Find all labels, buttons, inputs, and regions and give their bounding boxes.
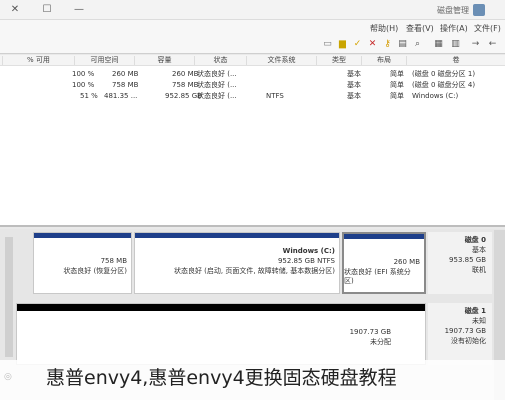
table-row[interactable]: 51 % 481.35 ... 952.85 GB 状态良好 (... NTFS…	[0, 91, 505, 102]
cell-status: 状态良好 (...	[197, 81, 237, 89]
col-volume[interactable]: 卷	[406, 56, 505, 65]
cell-free-percent: 51 %	[80, 92, 98, 100]
horizontal-scrollbar[interactable]	[5, 237, 13, 357]
partition-windows-size: 952.85 GB NTFS	[277, 257, 335, 265]
cell-layout: 简单	[390, 70, 404, 78]
disk-management-icon	[473, 4, 485, 16]
disk0-size: 953.85 GB	[449, 256, 486, 264]
menu-bar: 帮助(H) 查看(V) 操作(A) 文件(F)	[0, 20, 505, 36]
cell-status: 状态良好 (...	[197, 70, 237, 78]
cell-filesystem: NTFS	[266, 92, 284, 100]
cell-free-space: 481.35 ...	[104, 92, 138, 100]
menu-help[interactable]: 帮助(H)	[370, 23, 398, 34]
folder-icon[interactable]: ▆	[337, 39, 348, 50]
disk0-type: 基本	[472, 246, 486, 254]
help-icon[interactable]: ▥	[450, 39, 461, 50]
check-icon[interactable]: ✓	[352, 39, 363, 50]
col-filesystem[interactable]: 文件系统	[246, 56, 316, 65]
maximize-window-icon[interactable]: ☐	[40, 3, 54, 17]
cell-volume: Windows (C:)	[412, 92, 459, 100]
close-window-icon[interactable]: ✕	[8, 3, 22, 17]
menu-view[interactable]: 查看(V)	[406, 23, 434, 34]
unallocated-bar	[17, 304, 425, 311]
partition-windows-c[interactable]: Windows (C:) 952.85 GB NTFS 状态良好 (启动, 页面…	[134, 232, 340, 294]
window-title: 磁盘管理	[437, 6, 469, 15]
cell-free-percent: 100 %	[72, 70, 95, 78]
table-row[interactable]: 100 % 260 MB 260 MB 状态良好 (... 基本 简单 (磁盘 …	[0, 69, 505, 80]
partition-windows-bar	[135, 233, 339, 238]
cell-status: 状态良好 (...	[197, 92, 237, 100]
unallocated-size: 1907.73 GB	[349, 328, 391, 336]
minimize-window-icon[interactable]: —	[72, 3, 86, 17]
console-icon[interactable]: ▭	[322, 39, 333, 50]
cell-capacity: 758 MB	[172, 81, 199, 89]
partition-recovery-bar	[34, 233, 131, 238]
cell-type: 基本	[347, 92, 361, 100]
col-free-space[interactable]: 可用空间	[74, 56, 134, 65]
col-capacity[interactable]: 容量	[134, 56, 194, 65]
watermark-logo-icon: ◎	[4, 372, 12, 382]
cell-volume: (磁盘 0 磁盘分区 4)	[412, 81, 476, 89]
title-bar: ✕ ☐ — 磁盘管理	[0, 0, 505, 20]
caption-text: 惠普envy4,惠普envy4更换固态硬盘教程	[46, 367, 397, 389]
table-header: % 可用 可用空间 容量 状态 文件系统 类型 布局 卷	[0, 55, 505, 66]
key-icon[interactable]: ⚷	[382, 39, 393, 50]
toolbar: ▭ ▆ ✓ ✕ ⚷ ▤ ⌕ ▦ ▥ → ←	[0, 36, 505, 54]
unallocated-label: 未分配	[370, 338, 391, 346]
cell-type: 基本	[347, 70, 361, 78]
list-view-icon[interactable]: ▦	[433, 39, 444, 50]
cell-layout: 简单	[390, 92, 404, 100]
disk1-type: 未知	[472, 317, 486, 325]
back-icon[interactable]: ←	[487, 39, 498, 50]
cell-type: 基本	[347, 81, 361, 89]
disk0-name: 磁盘 0	[464, 236, 486, 244]
cell-free-percent: 100 %	[72, 81, 95, 89]
partition-efi-status: 状态良好 (EFI 系统分区)	[344, 268, 411, 285]
disk1-label[interactable]: 磁盘 1 未知 1907.73 GB 没有初始化	[428, 303, 492, 365]
delete-icon[interactable]: ✕	[367, 39, 378, 50]
partition-efi-size: 260 MB	[393, 258, 420, 266]
cell-free-space: 758 MB	[112, 81, 139, 89]
partition-windows-status: 状态良好 (启动, 页面文件, 故障转储, 基本数据分区)	[173, 267, 335, 275]
search-icon[interactable]: ⌕	[412, 39, 423, 50]
menu-file[interactable]: 文件(F)	[474, 23, 501, 34]
partition-recovery[interactable]: 758 MB 状态良好 (恢复分区)	[33, 232, 132, 294]
partition-efi-bar	[344, 234, 424, 239]
disk0-label[interactable]: 磁盘 0 基本 953.85 GB 联机	[428, 232, 492, 294]
forward-icon[interactable]: →	[470, 39, 481, 50]
cell-capacity: 260 MB	[172, 70, 199, 78]
disk1-name: 磁盘 1	[464, 307, 486, 315]
cell-layout: 简单	[390, 81, 404, 89]
partition-windows-name: Windows (C:)	[282, 247, 335, 255]
properties-icon[interactable]: ▤	[397, 39, 408, 50]
col-free-percent[interactable]: % 可用	[2, 56, 74, 65]
menu-action[interactable]: 操作(A)	[440, 23, 468, 34]
col-type[interactable]: 类型	[316, 56, 361, 65]
disk1-size: 1907.73 GB	[444, 327, 486, 335]
partition-recovery-size: 758 MB	[100, 257, 127, 265]
col-layout[interactable]: 布局	[361, 56, 406, 65]
table-row[interactable]: 100 % 758 MB 758 MB 状态良好 (... 基本 简单 (磁盘 …	[0, 80, 505, 91]
disk1-status: 没有初始化	[451, 337, 486, 345]
disk0-status: 联机	[472, 266, 486, 274]
partition-recovery-status: 状态良好 (恢复分区)	[63, 267, 127, 275]
col-status[interactable]: 状态	[194, 56, 246, 65]
partition-unallocated[interactable]: 1907.73 GB 未分配	[16, 303, 426, 365]
cell-free-space: 260 MB	[112, 70, 139, 78]
volume-table: % 可用 可用空间 容量 状态 文件系统 类型 布局 卷 100 % 260 M…	[0, 55, 505, 227]
cell-volume: (磁盘 0 磁盘分区 1)	[412, 70, 476, 78]
partition-efi[interactable]: 260 MB 状态良好 (EFI 系统分区)	[342, 232, 426, 294]
